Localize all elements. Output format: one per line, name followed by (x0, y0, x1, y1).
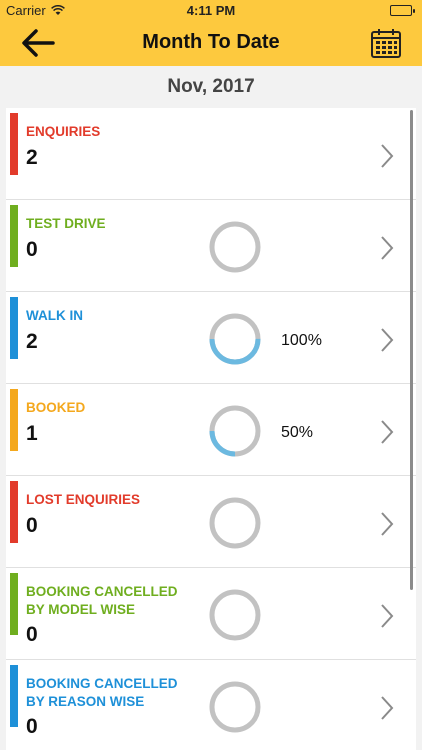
row-label: TEST DRIVE (26, 216, 106, 231)
row-label: BOOKED (26, 400, 86, 415)
list-row[interactable]: ENQUIRIES 2 (6, 108, 416, 200)
row-label: LOST ENQUIRIES (26, 492, 141, 507)
list-row[interactable]: BOOKING CANCELLED BY MODEL WISE 0 (6, 568, 416, 660)
row-percent: 50% (281, 424, 314, 441)
color-bar (10, 389, 18, 451)
progress-ring (209, 497, 261, 549)
page-title: Month To Date (142, 31, 280, 53)
color-bar (10, 481, 18, 543)
calendar-icon[interactable] (370, 27, 402, 59)
row-count: 0 (26, 715, 38, 738)
nav-bar: Month To Date (0, 20, 422, 66)
row-count: 0 (26, 514, 38, 537)
color-bar (10, 205, 18, 267)
list-row[interactable]: BOOKING CANCELLED BY REASON WISE 0 (6, 660, 416, 750)
color-bar (10, 665, 18, 727)
row-label: BOOKING CANCELLED BY MODEL WISE (26, 584, 178, 617)
row-label: BOOKING CANCELLED BY REASON WISE (26, 676, 178, 709)
chevron-right-icon[interactable] (380, 143, 394, 169)
row-label: WALK IN (26, 308, 83, 323)
color-bar (10, 297, 18, 359)
chevron-right-icon[interactable] (380, 511, 394, 537)
list-row[interactable]: BOOKED 1 50% (6, 384, 416, 476)
row-count: 2 (26, 146, 38, 169)
row-count: 1 (26, 422, 38, 445)
color-bar (10, 573, 18, 635)
row-percent: 100% (281, 332, 322, 349)
status-bar: Carrier 4:11 PM (0, 0, 422, 20)
row-label: ENQUIRIES (26, 124, 101, 139)
color-bar (10, 113, 18, 175)
scrollbar[interactable] (410, 110, 413, 590)
list-row[interactable]: TEST DRIVE 0 (6, 200, 416, 292)
progress-ring (209, 221, 261, 273)
status-time: 4:11 PM (186, 3, 236, 18)
stats-list: ENQUIRIES 2 TEST DRIVE 0 WALK IN 2 100% BOOKED 1… (6, 108, 416, 750)
chevron-right-icon[interactable] (380, 419, 394, 445)
battery-icon (390, 5, 415, 16)
chevron-right-icon[interactable] (380, 603, 394, 629)
row-count: 2 (26, 330, 38, 353)
chevron-right-icon[interactable] (380, 235, 394, 261)
progress-ring (209, 681, 261, 733)
row-count: 0 (26, 623, 38, 646)
row-count: 0 (26, 238, 38, 261)
progress-ring (209, 405, 261, 457)
chevron-right-icon[interactable] (380, 695, 394, 721)
progress-ring (209, 313, 261, 365)
month-label: Nov, 2017 (167, 76, 255, 97)
chevron-right-icon[interactable] (380, 327, 394, 353)
progress-ring (209, 589, 261, 641)
list-row[interactable]: LOST ENQUIRIES 0 (6, 476, 416, 568)
list-row[interactable]: WALK IN 2 100% (6, 292, 416, 384)
